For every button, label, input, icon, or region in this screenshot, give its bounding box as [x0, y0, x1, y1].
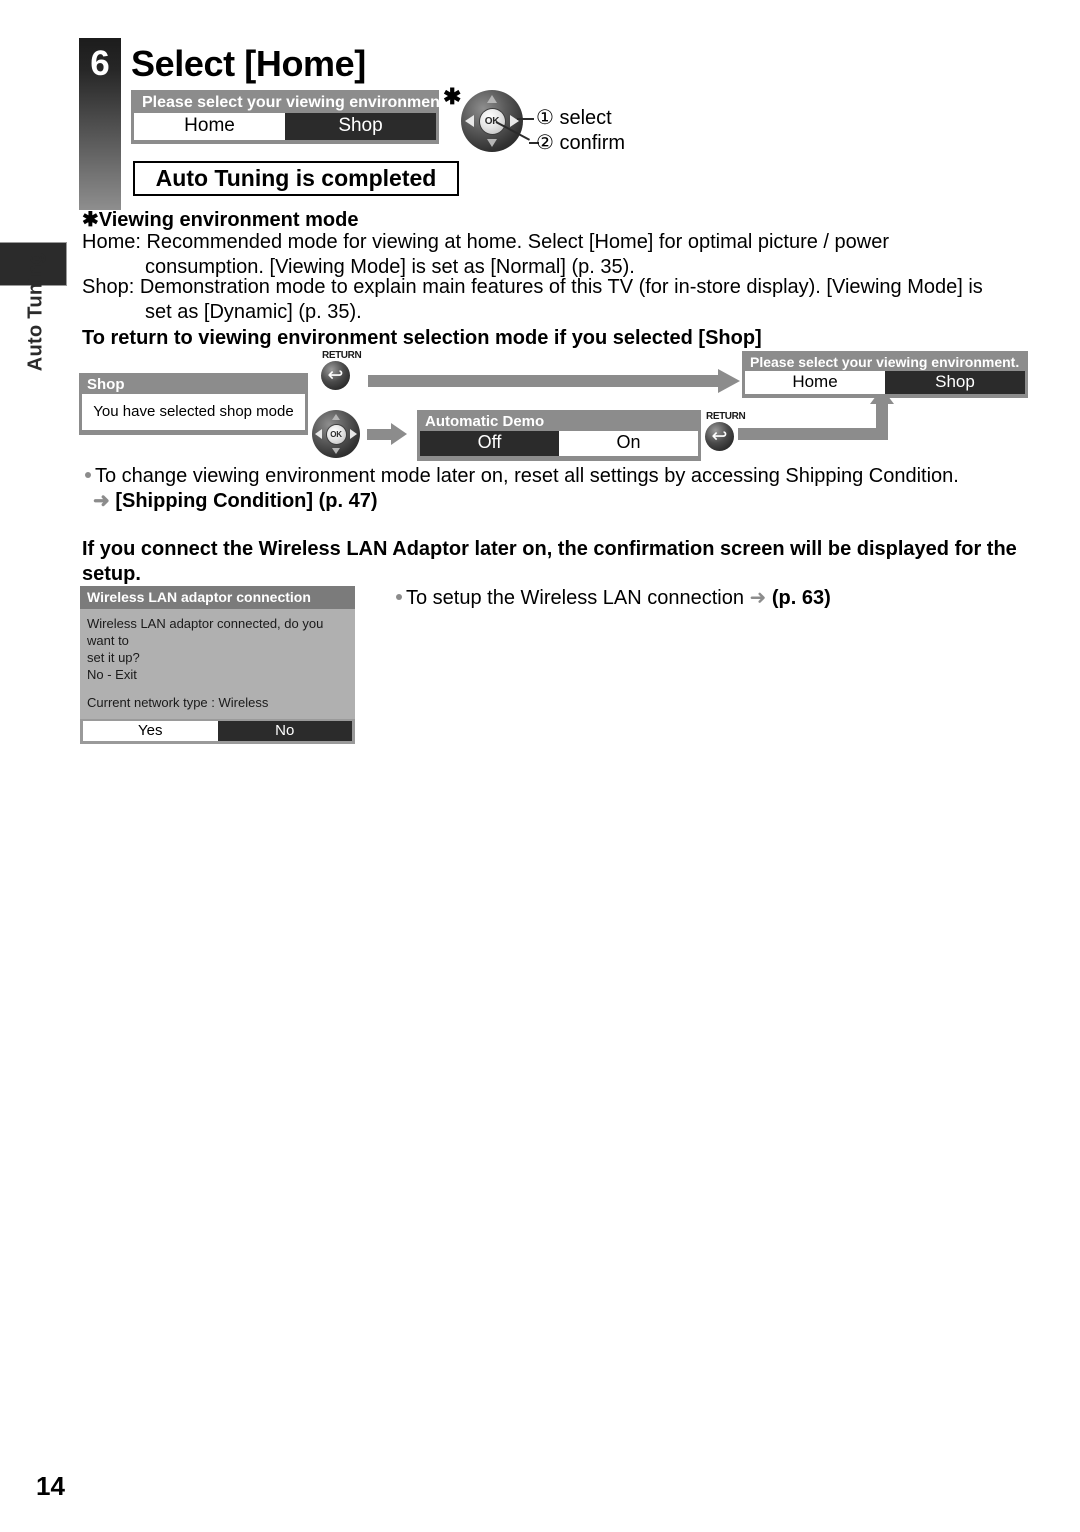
arrow-right-icon — [350, 429, 357, 439]
option-shop[interactable]: Shop — [885, 371, 1025, 394]
asterisk-footnote-marker: ✱ — [443, 84, 462, 109]
page-number: 14 — [36, 1471, 65, 1501]
wlan-body-line-4: Current network type : Wireless — [87, 694, 269, 710]
arrow-up-icon — [332, 414, 340, 420]
dialog-options: Home Shop — [134, 113, 436, 140]
chapter-label: Auto Tuning — [24, 251, 47, 372]
shop-line-2: set as [Dynamic] (p. 35). — [145, 301, 362, 324]
option-home[interactable]: Home — [745, 371, 885, 394]
option-home[interactable]: Home — [134, 113, 285, 140]
wlan-body-line-3: No - Exit — [87, 667, 137, 683]
note-wireless-setup-text: To setup the Wireless LAN connection — [406, 587, 744, 609]
remote-navigation-wheel[interactable]: OK — [461, 90, 523, 152]
right-arrow-icon: ➜ — [749, 587, 767, 609]
return-button-label-1: RETURN — [322, 350, 362, 361]
dialog-title: Please select your viewing environment. — [142, 94, 450, 111]
automatic-demo-dialog: Automatic Demo Off On — [417, 410, 701, 461]
option-no[interactable]: No — [217, 720, 352, 741]
dialog-body: Wireless LAN adaptor connected, do you w… — [80, 609, 355, 719]
viewing-mode-home-paragraph: Home: Recommended mode for viewing at ho… — [82, 230, 1022, 281]
callout-confirm-label: ② confirm — [536, 132, 626, 154]
option-on[interactable]: On — [559, 431, 698, 456]
callout-select-label: ① select — [536, 107, 612, 129]
dialog-options: Home Shop — [745, 371, 1025, 394]
page-title: Select [Home] — [131, 43, 366, 84]
note-change-mode: To change viewing environment mode later… — [85, 464, 959, 488]
arrow-left-icon — [315, 429, 322, 439]
flow-arrow-long-icon — [368, 369, 740, 393]
note-shipping-condition: ➜ [Shipping Condition] (p. 47) — [93, 488, 378, 513]
note-wireless-setup-page: (p. 63) — [771, 587, 831, 609]
viewing-environment-dialog-top: Please select your viewing environment. … — [131, 90, 450, 144]
option-off[interactable]: Off — [420, 431, 559, 456]
viewing-environment-dialog-bottom: Please select your viewing environment. … — [742, 351, 1028, 398]
wlan-body-line-1: Wireless LAN adaptor connected, do you w… — [87, 616, 324, 649]
shop-mode-dialog: Shop You have selected shop mode — [79, 373, 308, 435]
note-change-mode-text: To change viewing environment mode later… — [95, 465, 959, 487]
ok-button[interactable]: OK — [479, 108, 505, 134]
dialog-title: Wireless LAN adaptor connection — [80, 586, 355, 609]
step-number: 6 — [90, 44, 110, 83]
home-line-1: Home: Recommended mode for viewing at ho… — [82, 231, 890, 253]
callout-leader-select — [517, 118, 534, 120]
viewing-mode-shop-paragraph: Shop: Demonstration mode to explain main… — [82, 275, 1042, 326]
wlan-body-line-2: set it up? — [87, 650, 140, 666]
dialog-title: Please select your viewing environment. — [750, 354, 1020, 370]
wireless-lan-adaptor-dialog: Wireless LAN adaptor connection Wireless… — [80, 586, 355, 744]
bullet-dot-icon — [396, 594, 402, 601]
arrow-down-icon — [487, 139, 497, 147]
dialog-body: You have selected shop mode — [82, 394, 305, 430]
ok-button[interactable]: OK — [326, 424, 346, 444]
wlan-body-spacer — [87, 684, 348, 694]
dialog-options: Off On — [420, 431, 698, 456]
remote-navigation-wheel-flow[interactable]: OK — [312, 410, 360, 458]
step-number-bar: 6 — [79, 38, 121, 210]
return-icon-2[interactable]: ↩ — [705, 422, 734, 451]
dialog-title: Shop — [87, 376, 125, 393]
arrow-left-icon — [465, 115, 474, 127]
wireless-lan-heading: If you connect the Wireless LAN Adaptor … — [82, 538, 1017, 585]
dialog-title: Automatic Demo — [425, 413, 545, 430]
arrow-down-icon — [332, 448, 340, 454]
flow-arrow-short-icon — [367, 423, 407, 445]
shop-line-1: Shop: Demonstration mode to explain main… — [82, 276, 983, 298]
right-arrow-icon: ➜ — [93, 490, 110, 512]
note-shipping-condition-text: [Shipping Condition] (p. 47) — [115, 490, 378, 512]
auto-tuning-completed-box: Auto Tuning is completed — [133, 161, 459, 196]
return-icon-1[interactable]: ↩ — [321, 361, 350, 390]
bullet-dot-icon — [85, 472, 91, 479]
arrow-up-icon — [487, 95, 497, 103]
option-shop[interactable]: Shop — [285, 113, 436, 140]
dialog-options: Yes No — [83, 720, 352, 741]
arrow-right-icon — [510, 115, 519, 127]
return-to-selection-heading: To return to viewing environment selecti… — [82, 327, 762, 349]
option-yes[interactable]: Yes — [83, 720, 218, 741]
note-wireless-setup: To setup the Wireless LAN connection ➜ (… — [396, 585, 831, 610]
